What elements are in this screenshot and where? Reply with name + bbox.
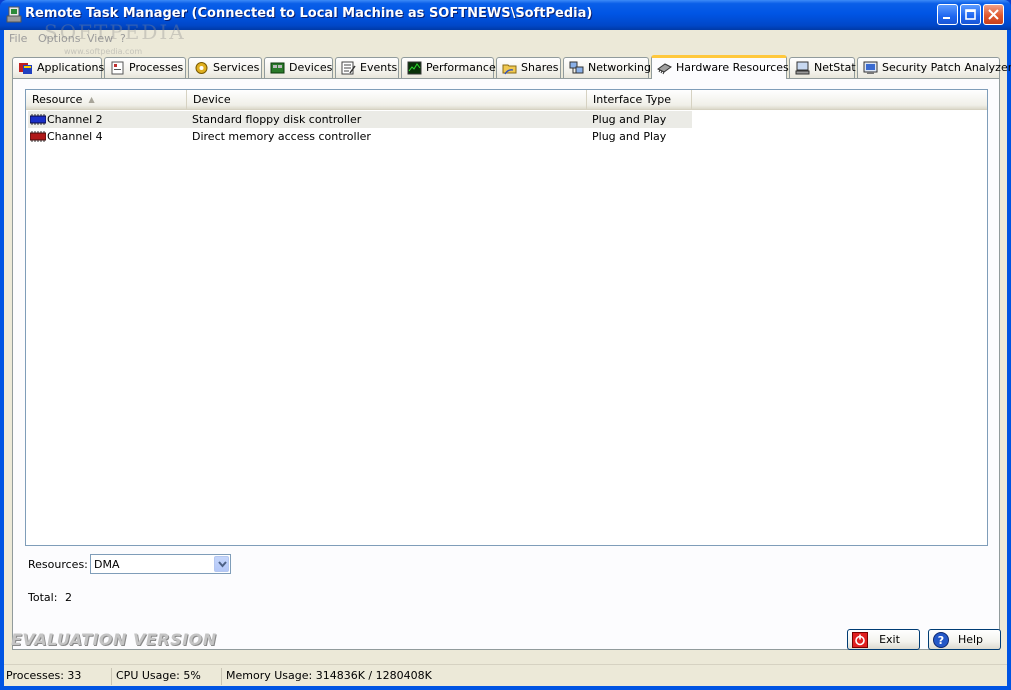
- dropdown-button[interactable]: [214, 556, 229, 572]
- performance-icon: [407, 61, 422, 75]
- tab-label: Devices: [289, 61, 333, 74]
- app-window: Remote Task Manager (Connected to Local …: [0, 0, 1011, 690]
- status-bar: Processes: 33 CPU Usage: 5% Memory Usage…: [4, 664, 1007, 686]
- tab-services[interactable]: Services: [188, 57, 262, 78]
- tab-label: Hardware Resources: [676, 61, 789, 74]
- help-button[interactable]: ? Help: [928, 629, 1001, 650]
- status-cpu-usage: CPU Usage: 5%: [114, 668, 222, 685]
- tab-label: Security Patch Analyzer: [882, 61, 1011, 74]
- tab-strip: Applications Processes Services Devices …: [12, 55, 1011, 79]
- cell-resource: Channel 2: [47, 113, 103, 126]
- tab-devices[interactable]: Devices: [264, 57, 333, 78]
- table-row[interactable]: Channel 2 Standard floppy disk controlle…: [28, 111, 692, 128]
- close-icon: [988, 9, 999, 20]
- tab-processes[interactable]: Processes: [104, 57, 186, 78]
- exit-label: Exit: [879, 633, 900, 646]
- tab-label: Events: [360, 61, 398, 74]
- resources-label: Resources:: [28, 558, 88, 571]
- tab-security-patch-analyzer[interactable]: Security Patch Analyzer: [857, 57, 1011, 78]
- minimize-button[interactable]: [937, 4, 958, 25]
- tab-panel: Resource ▲ Device Interface Type Channel …: [12, 78, 1000, 650]
- app-icon: [6, 6, 22, 23]
- maximize-button[interactable]: [960, 4, 981, 25]
- status-processes: Processes: 33: [4, 668, 112, 685]
- total-label: Total:: [28, 591, 58, 604]
- column-device[interactable]: Device: [187, 90, 587, 110]
- tab-label: Performance: [426, 61, 496, 74]
- services-icon: [195, 62, 208, 74]
- tab-networking[interactable]: Networking: [563, 57, 651, 78]
- applications-icon: [19, 63, 32, 74]
- resources-dropdown[interactable]: DMA: [90, 554, 231, 574]
- cell-device: Standard floppy disk controller: [192, 113, 362, 126]
- close-button[interactable]: [983, 4, 1004, 25]
- resources-dropdown-value: DMA: [94, 558, 120, 571]
- menu-view[interactable]: View: [87, 32, 113, 45]
- security-patch-icon: [863, 61, 878, 74]
- tab-netstat[interactable]: NetStat: [789, 57, 856, 78]
- menu-file[interactable]: File: [9, 32, 27, 45]
- evaluation-banner: EVALUATION VERSION: [11, 630, 217, 649]
- table-row[interactable]: Channel 4 Direct memory access controlle…: [28, 128, 692, 145]
- chip-icon: [30, 131, 46, 142]
- list-header: Resource ▲ Device Interface Type: [26, 90, 987, 110]
- total-value: 2: [65, 591, 72, 604]
- status-memory-usage: Memory Usage: 314836K / 1280408K: [226, 669, 432, 682]
- chevron-down-icon: [218, 561, 227, 568]
- cell-interface: Plug and Play: [592, 130, 667, 143]
- client-area: File Options View ? SOFTPEDIA www.softpe…: [4, 20, 1011, 686]
- tab-applications[interactable]: Applications: [12, 57, 105, 78]
- menu-help[interactable]: ?: [120, 32, 126, 45]
- exit-button[interactable]: Exit: [847, 629, 920, 650]
- devices-icon: [270, 62, 285, 74]
- cell-interface: Plug and Play: [592, 113, 667, 126]
- resources-list[interactable]: Resource ▲ Device Interface Type Channel …: [25, 89, 988, 546]
- shares-icon: [502, 64, 517, 75]
- tab-label: Processes: [129, 61, 184, 74]
- tab-label: Networking: [588, 61, 651, 74]
- processes-icon: [111, 61, 124, 75]
- tab-label: Services: [213, 61, 260, 74]
- menu-options[interactable]: Options: [38, 32, 80, 45]
- minimize-icon: [943, 17, 950, 19]
- netstat-icon: [795, 61, 810, 75]
- maximize-icon: [965, 9, 976, 20]
- tab-label: NetStat: [814, 61, 856, 74]
- networking-icon: [569, 61, 584, 74]
- tab-events[interactable]: Events: [335, 57, 399, 78]
- tab-performance[interactable]: Performance: [401, 57, 496, 78]
- title-bar[interactable]: Remote Task Manager (Connected to Local …: [0, 0, 1011, 30]
- window-title: Remote Task Manager (Connected to Local …: [25, 6, 593, 21]
- sort-ascending-icon: ▲: [88, 95, 95, 104]
- tab-label: Shares: [521, 61, 559, 74]
- chip-icon: [30, 114, 46, 125]
- cell-resource: Channel 4: [47, 130, 103, 143]
- cell-device: Direct memory access controller: [192, 130, 371, 143]
- column-interface-type[interactable]: Interface Type: [587, 90, 692, 110]
- events-icon: [341, 61, 356, 75]
- column-resource[interactable]: Resource ▲: [26, 90, 187, 110]
- hardware-icon: [657, 63, 672, 75]
- tab-label: Applications: [37, 61, 105, 74]
- tab-shares[interactable]: Shares: [496, 57, 561, 78]
- help-label: Help: [957, 633, 984, 646]
- menu-bar: File Options View ? SOFTPEDIA www.softpe…: [4, 20, 1007, 56]
- tab-hardware-resources[interactable]: Hardware Resources: [651, 55, 789, 79]
